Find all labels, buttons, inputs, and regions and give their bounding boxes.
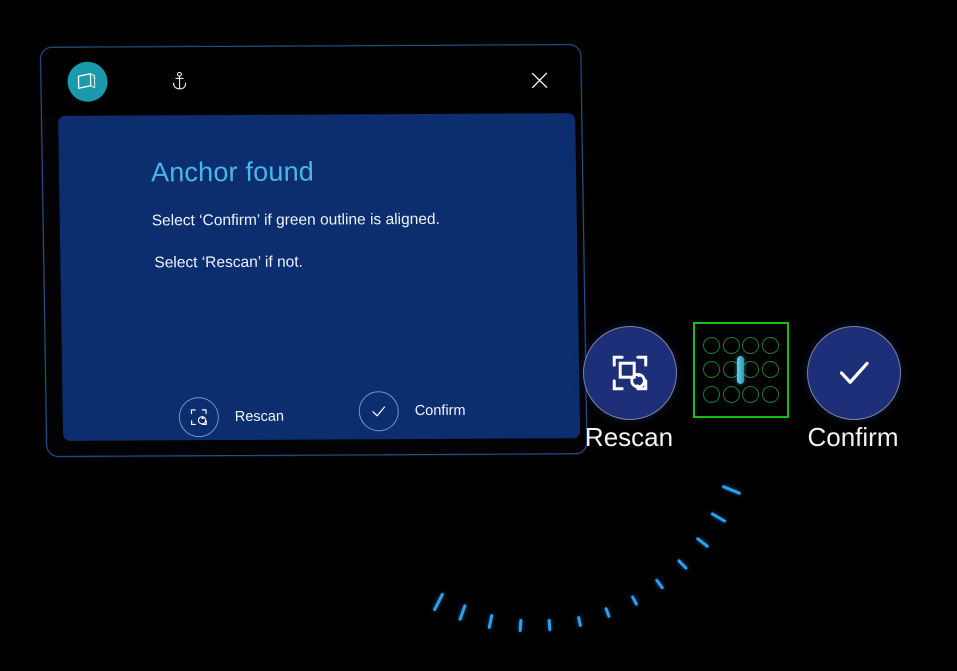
anchor-marker-dot bbox=[742, 336, 760, 354]
anchor-marker-dot bbox=[761, 336, 779, 354]
anchor-marker-highlight bbox=[736, 356, 744, 384]
anchor-marker-outline bbox=[693, 322, 789, 418]
cursor-arc-tick bbox=[721, 484, 742, 495]
anchor-dialog-window: Anchor found Select ‘Confirm’ if green o… bbox=[40, 44, 588, 457]
anchor-marker-dot bbox=[742, 361, 760, 379]
cursor-arc-tick bbox=[710, 511, 727, 523]
window-frame: Anchor found Select ‘Confirm’ if green o… bbox=[40, 44, 588, 457]
anchor-marker-dot bbox=[703, 361, 721, 379]
cursor-arc-tick bbox=[487, 613, 494, 629]
anchor-marker-dot bbox=[703, 386, 721, 404]
anchor-icon-glyph bbox=[172, 71, 187, 90]
anchor-marker-dot bbox=[722, 336, 740, 354]
anchor-marker-dot bbox=[703, 336, 721, 354]
hologram-confirm-label: Confirm bbox=[807, 422, 899, 452]
mixed-reality-scene: Anchor found Select ‘Confirm’ if green o… bbox=[0, 0, 957, 671]
cursor-arc-tick bbox=[604, 607, 611, 619]
cursor-arc-tick bbox=[518, 618, 523, 633]
check-icon bbox=[372, 406, 386, 417]
rescan-frame-icon bbox=[612, 355, 648, 391]
cursor-arc-tick bbox=[547, 619, 552, 632]
page-title: Anchor found bbox=[150, 156, 315, 188]
app-icon-badge[interactable] bbox=[67, 61, 108, 102]
hologram-slate-icon bbox=[77, 73, 96, 89]
anchor-marker-dot bbox=[761, 361, 779, 379]
panel-rescan-button[interactable]: Rescan bbox=[178, 397, 285, 438]
cursor-arc-tick bbox=[432, 592, 445, 612]
hologram-confirm-button[interactable] bbox=[807, 326, 901, 420]
cursor-arc-tick bbox=[676, 559, 688, 571]
hologram-rescan-button[interactable] bbox=[583, 326, 677, 420]
anchor-marker-dot bbox=[722, 386, 740, 404]
anchor-marker-dot bbox=[761, 386, 779, 404]
cursor-arc-tick bbox=[654, 578, 665, 591]
anchor-marker-dot bbox=[742, 386, 760, 404]
cursor-arc-tick bbox=[458, 604, 467, 622]
confirm-icon-ring bbox=[358, 391, 400, 432]
close-icon bbox=[531, 72, 548, 89]
instruction-line-2: Select ‘Rescan’ if not. bbox=[154, 253, 304, 272]
cursor-arc-tick bbox=[630, 594, 639, 607]
check-icon bbox=[839, 361, 869, 384]
anchor-icon bbox=[169, 69, 189, 93]
cursor-arc-tick bbox=[695, 536, 709, 549]
close-button[interactable] bbox=[526, 67, 552, 93]
panel-confirm-button[interactable]: Confirm bbox=[358, 391, 466, 432]
rescan-icon-ring bbox=[178, 397, 220, 438]
instruction-line-1: Select ‘Confirm’ if green outline is ali… bbox=[151, 210, 440, 230]
cursor-arc-tick bbox=[576, 615, 582, 627]
dialog-content-panel: Anchor found Select ‘Confirm’ if green o… bbox=[58, 113, 581, 441]
hologram-rescan-label: Rescan bbox=[584, 422, 674, 452]
rescan-frame-icon bbox=[190, 409, 207, 426]
panel-confirm-label: Confirm bbox=[414, 402, 466, 420]
window-titlebar bbox=[41, 45, 582, 116]
panel-rescan-label: Rescan bbox=[234, 408, 285, 425]
